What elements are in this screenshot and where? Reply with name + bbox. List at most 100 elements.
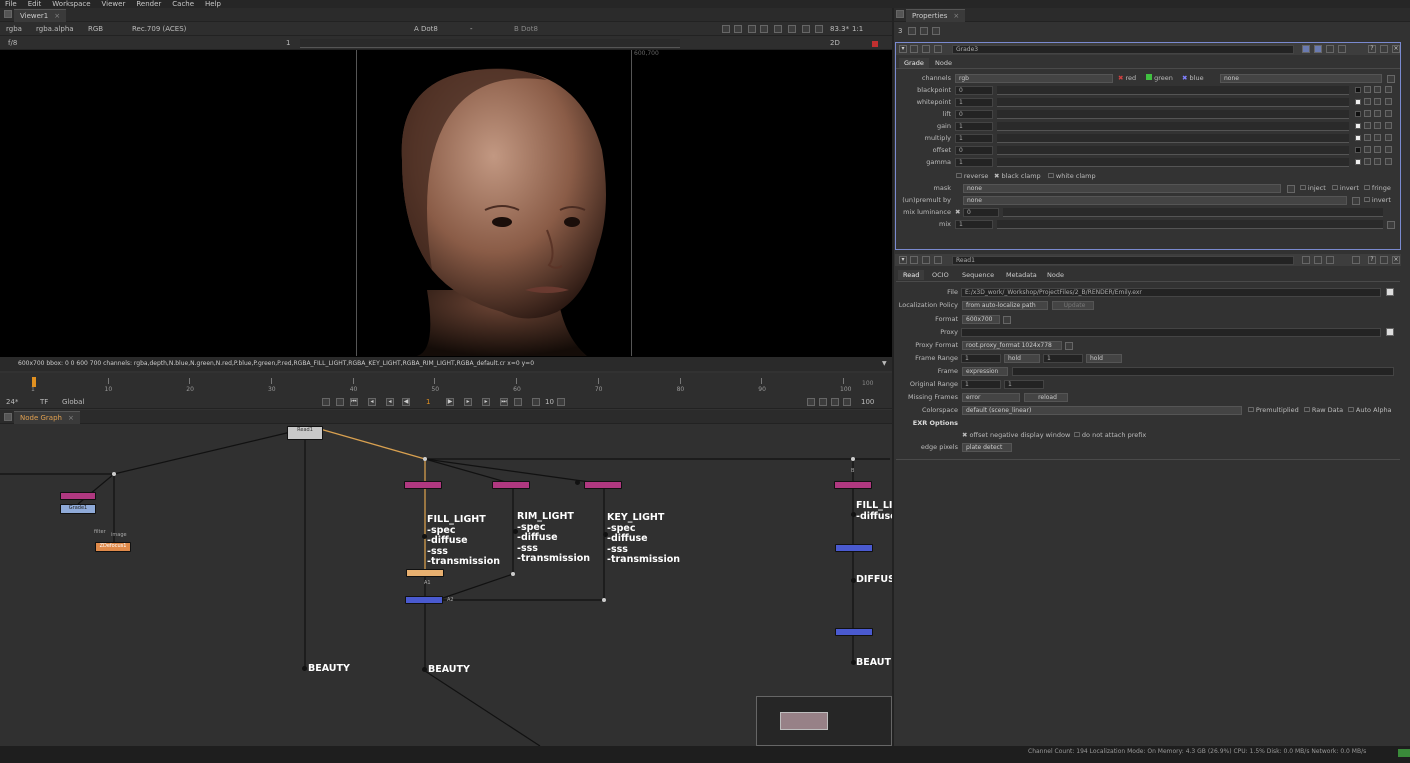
playhead[interactable] — [32, 377, 36, 387]
colorspace-select[interactable]: Rec.709 (ACES) — [132, 24, 186, 34]
step-forward-icon[interactable] — [557, 398, 565, 406]
max-panels-field[interactable]: 3 — [898, 26, 902, 36]
menu-viewer[interactable]: Viewer — [102, 0, 126, 8]
format-select[interactable]: 600x700 — [962, 315, 1000, 324]
reverse-checkbox[interactable]: ☐ reverse — [956, 172, 988, 181]
file-path-field[interactable]: E:/x3D_work/_Workshop/ProjectFiles/2_B/R… — [961, 288, 1381, 297]
roi-icon[interactable] — [722, 25, 730, 33]
shuffle-right-node[interactable] — [834, 481, 872, 489]
next-frame-icon[interactable]: ▸ — [464, 398, 472, 406]
proxy-path-field[interactable] — [961, 328, 1381, 337]
exposure-slider[interactable] — [300, 39, 680, 48]
original-range-end-field[interactable]: 1 — [1004, 380, 1044, 389]
dot-node[interactable] — [511, 572, 515, 576]
info-expand-icon[interactable]: ▼ — [882, 359, 887, 369]
color-swatch[interactable] — [1355, 111, 1361, 117]
black-clamp-checkbox[interactable]: ✖ black clamp — [994, 172, 1041, 181]
view-mode-select[interactable]: 2D — [830, 38, 840, 48]
pane-menu-icon[interactable] — [896, 10, 904, 18]
blackpoint-slider[interactable] — [997, 86, 1349, 95]
tab-metadata[interactable]: Metadata — [1001, 270, 1042, 280]
mask-select[interactable]: none — [963, 184, 1281, 193]
tab-node[interactable]: Node — [1042, 270, 1069, 280]
global-select[interactable]: Global — [62, 397, 84, 407]
safe-area-icon[interactable] — [734, 25, 742, 33]
reload-button[interactable]: reload — [1024, 393, 1068, 402]
color-swatch[interactable] — [1355, 123, 1361, 129]
frame-range-end-field[interactable]: 1 — [1043, 354, 1083, 363]
next-keyframe-icon[interactable]: ▸ — [482, 398, 490, 406]
offset-field[interactable]: 0 — [955, 146, 993, 155]
tab-properties[interactable]: Properties × — [906, 9, 966, 22]
redo-icon[interactable] — [1314, 45, 1322, 53]
menu-cache[interactable]: Cache — [172, 0, 194, 8]
ratio-select[interactable]: 1:1 — [852, 24, 863, 34]
color-picker-icon[interactable] — [1364, 110, 1371, 117]
format-menu-icon[interactable] — [1003, 316, 1011, 324]
node-color-icon[interactable] — [910, 256, 918, 264]
multiply-field[interactable]: 1 — [955, 134, 993, 143]
fps-select[interactable]: 24* — [6, 397, 18, 407]
frame-mode-select[interactable]: expression — [962, 367, 1008, 376]
tab-sequence[interactable]: Sequence — [957, 270, 999, 280]
dot-node[interactable] — [423, 457, 427, 461]
inject-checkbox[interactable]: ☐ inject — [1300, 184, 1326, 193]
channel-menu-icon[interactable] — [1387, 75, 1395, 83]
refresh-icon[interactable] — [788, 25, 796, 33]
invert-checkbox[interactable]: ☐ invert — [1332, 184, 1359, 193]
alpha-channel-select[interactable]: none — [1220, 74, 1382, 83]
revert-icon[interactable] — [1326, 256, 1334, 264]
shuffle-fill-node[interactable] — [404, 481, 442, 489]
zoom-select[interactable]: 83.3* — [830, 24, 849, 34]
animation-menu-icon[interactable] — [1385, 86, 1392, 93]
animation-menu-icon[interactable] — [1385, 110, 1392, 117]
lock-range-icon[interactable] — [831, 398, 839, 406]
float-panel-icon[interactable] — [1380, 45, 1388, 53]
color-picker-icon[interactable] — [1364, 146, 1371, 153]
color-swatch[interactable] — [1355, 87, 1361, 93]
whitepoint-slider[interactable] — [997, 98, 1349, 107]
channel-split-icon[interactable] — [1374, 134, 1381, 141]
b-input-select[interactable]: B Dot8 — [514, 24, 538, 34]
help-icon[interactable]: ? — [1368, 256, 1376, 264]
red-checkbox[interactable]: ✖ red — [1118, 74, 1136, 83]
dot-node[interactable] — [602, 598, 606, 602]
revert-icon[interactable] — [1326, 45, 1334, 53]
animation-menu-icon[interactable] — [1385, 158, 1392, 165]
lock-icon[interactable] — [802, 25, 810, 33]
collapse-icon[interactable]: ▾ — [899, 45, 907, 53]
close-icon[interactable]: × — [1392, 256, 1400, 264]
mix-luminance-checkbox[interactable]: ✖ — [955, 208, 960, 217]
animation-menu-icon[interactable] — [1387, 221, 1395, 229]
lift-slider[interactable] — [997, 110, 1349, 119]
first-frame-icon[interactable]: ⏮ — [350, 398, 358, 406]
color-swatch[interactable] — [1355, 159, 1361, 165]
alpha-select[interactable]: rgba.alpha — [36, 24, 74, 34]
mask-icon[interactable] — [748, 25, 756, 33]
gain-slider[interactable] — [997, 122, 1349, 131]
zdefocus1-node[interactable]: ZDefocus1 — [95, 542, 131, 552]
merge-right-node-2[interactable] — [835, 628, 873, 636]
channel-split-icon[interactable] — [1374, 122, 1381, 129]
whitepoint-field[interactable]: 1 — [955, 98, 993, 107]
tab-ocio[interactable]: OCIO — [927, 270, 954, 280]
menu-edit[interactable]: Edit — [28, 0, 42, 8]
mix-luminance-field[interactable]: 0 — [963, 208, 999, 217]
play-forward-icon[interactable]: ▶ — [446, 398, 454, 406]
close-icon[interactable]: × — [68, 414, 74, 422]
bounce-icon[interactable] — [819, 398, 827, 406]
collapse-icon[interactable]: ▾ — [899, 256, 907, 264]
offset-negative-checkbox[interactable]: ✖ offset negative display window — [962, 431, 1070, 440]
animation-menu-icon[interactable] — [1385, 98, 1392, 105]
channel-split-icon[interactable] — [1374, 158, 1381, 165]
close-icon[interactable]: × — [1392, 45, 1400, 53]
step-field[interactable]: 10 — [545, 397, 554, 407]
cache-icon[interactable] — [843, 398, 851, 406]
localization-policy-select[interactable]: from auto-localize path — [962, 301, 1048, 310]
blackpoint-field[interactable]: 0 — [955, 86, 993, 95]
folder-icon[interactable] — [1386, 288, 1394, 296]
display-mode-select[interactable]: RGB — [88, 24, 103, 34]
tab-viewer1[interactable]: Viewer1 × — [14, 9, 67, 22]
pane-menu-icon[interactable] — [4, 413, 12, 421]
play-backward-icon[interactable]: ◀ — [402, 398, 410, 406]
